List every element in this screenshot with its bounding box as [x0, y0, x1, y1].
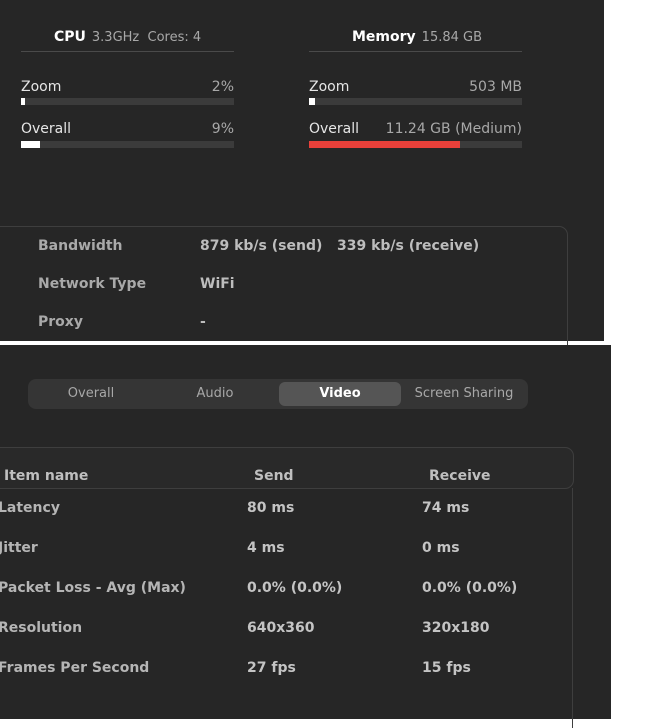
row-name-latency: Latency [0, 500, 60, 516]
cpu-zoom-value: 2% [211, 79, 234, 95]
memory-overall-bar-fill [309, 141, 461, 148]
bandwidth-value: 879 kb/s (send) 339 kb/s (receive) [200, 238, 480, 254]
memory-zoom-bar-fill [309, 98, 316, 105]
proxy-label: Proxy [38, 314, 83, 330]
row-name-frames-per-second: Frames Per Second [0, 660, 150, 676]
jitter-send: 4 ms [247, 540, 285, 556]
memory-divider [309, 51, 522, 52]
cpu-spec: 3.3GHz Cores: 4 [91, 30, 202, 45]
resolution-send: 640x360 [247, 620, 315, 636]
packet-loss-send: 0.0% (0.0%) [247, 580, 343, 596]
fps-send: 27 fps [247, 660, 296, 676]
cpu-divider [21, 51, 234, 52]
column-header-send: Send [254, 468, 294, 484]
tab-audio[interactable]: Audio [154, 382, 276, 406]
row-name-packet-loss: Packet Loss - Avg (Max) [0, 580, 186, 596]
tab-overall[interactable]: Overall [31, 382, 151, 406]
cpu-header: CPU 3.3GHz Cores: 4 [54, 29, 201, 45]
tab-video[interactable]: Video [279, 382, 401, 406]
resource-statistics-panel: CPU 3.3GHz Cores: 4 Zoom 2% Overall 9% Me… [0, 0, 604, 368]
packet-loss-receive: 0.0% (0.0%) [422, 580, 518, 596]
latency-send: 80 ms [247, 500, 295, 516]
cpu-zoom-label: Zoom [21, 79, 62, 95]
jitter-receive: 0 ms [422, 540, 460, 556]
network-type-label: Network Type [38, 276, 147, 292]
column-header-item-name: Item name [4, 468, 89, 484]
cpu-zoom-bar [21, 98, 234, 105]
cpu-overall-value: 9% [211, 121, 234, 137]
memory-overall-value: 11.24 GB (Medium) [385, 121, 522, 137]
cpu-overall-bar [21, 141, 234, 148]
cpu-overall-label: Overall [21, 121, 72, 137]
memory-zoom-value: 503 MB [469, 79, 522, 95]
cpu-overall-bar-fill [21, 141, 41, 148]
memory-overall-label: Overall [309, 121, 360, 137]
memory-header: Memory 15.84 GB [352, 29, 482, 45]
cpu-title: CPU [54, 29, 86, 45]
fps-receive: 15 fps [422, 660, 471, 676]
column-header-receive: Receive [429, 468, 491, 484]
memory-zoom-label: Zoom [309, 79, 350, 95]
tab-screen-sharing[interactable]: Screen Sharing [402, 382, 526, 406]
row-name-jitter: Jitter [0, 540, 38, 556]
network-type-value: WiFi [200, 276, 235, 292]
proxy-value: - [200, 314, 206, 330]
resolution-receive: 320x180 [422, 620, 490, 636]
media-statistics-panel: Overall Audio Video Screen Sharing Item … [0, 345, 611, 728]
memory-spec: 15.84 GB [421, 30, 483, 45]
memory-overall-bar [309, 141, 522, 148]
memory-title: Memory [352, 29, 416, 45]
memory-zoom-bar [309, 98, 522, 105]
cpu-zoom-bar-fill [21, 98, 26, 105]
bandwidth-label: Bandwidth [38, 238, 123, 254]
latency-receive: 74 ms [422, 500, 470, 516]
row-name-resolution: Resolution [0, 620, 83, 636]
stats-tab-bar: Overall Audio Video Screen Sharing [28, 379, 528, 409]
table-body [0, 488, 573, 728]
